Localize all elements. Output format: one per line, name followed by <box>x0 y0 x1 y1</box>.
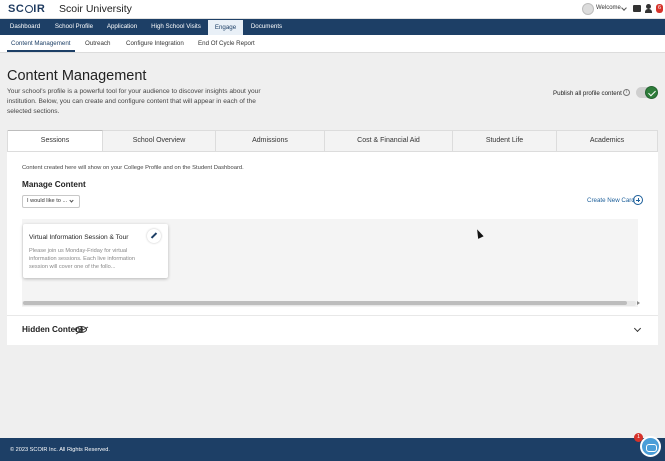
content-tabs: Sessions School Overview Admissions Cost… <box>7 130 658 152</box>
subnav-configure-integration[interactable]: Configure Integration <box>126 35 184 52</box>
manage-content-title: Manage Content <box>22 180 86 189</box>
pencil-icon[interactable] <box>147 229 161 243</box>
scroll-right-arrow-icon[interactable] <box>637 301 640 305</box>
divider <box>7 315 658 316</box>
nav-school-profile[interactable]: School Profile <box>50 19 98 35</box>
tab-school-overview[interactable]: School Overview <box>103 131 216 151</box>
tab-academics[interactable]: Academics <box>557 131 657 151</box>
welcome-menu[interactable]: Welcome <box>596 5 621 11</box>
hidden-content-title[interactable]: Hidden Content <box>22 325 83 334</box>
card-carousel: Virtual Information Session & Tour Pleas… <box>22 219 642 307</box>
horizontal-scrollbar[interactable] <box>22 301 636 306</box>
panel-note: Content created here will show on your C… <box>22 165 244 171</box>
chevron-down-icon[interactable] <box>633 324 642 333</box>
scrollbar-thumb[interactable] <box>23 301 627 305</box>
message-icon[interactable] <box>633 5 641 12</box>
page-title: Content Management <box>7 68 147 84</box>
chevron-down-icon <box>69 198 74 203</box>
subnav-outreach[interactable]: Outreach <box>85 35 110 52</box>
info-icon[interactable]: i <box>623 89 630 96</box>
org-name: Scoir University <box>59 3 132 15</box>
chat-badge: 1 <box>634 433 643 442</box>
plus-circle-icon[interactable] <box>633 195 643 205</box>
nav-dashboard[interactable]: Dashboard <box>0 19 50 35</box>
chat-widget-icon[interactable] <box>640 436 661 457</box>
action-select[interactable]: I would like to ... <box>22 195 80 208</box>
notification-badge[interactable]: 6 <box>656 4 663 13</box>
nav-high-school-visits[interactable]: High School Visits <box>146 19 206 35</box>
nav-documents[interactable]: Documents <box>245 19 288 35</box>
nav-engage[interactable]: Engage <box>208 20 243 35</box>
publish-label: Publish all profile content <box>553 90 622 97</box>
tab-cost-financial-aid[interactable]: Cost & Financial Aid <box>325 131 453 151</box>
chevron-down-icon[interactable] <box>621 5 627 11</box>
main-nav: Dashboard School Profile Application Hig… <box>0 19 665 35</box>
card-title: Virtual Information Session & Tour <box>29 234 129 241</box>
tab-sessions[interactable]: Sessions <box>8 130 103 151</box>
sub-nav: Content Management Outreach Configure In… <box>0 35 665 53</box>
avatar[interactable] <box>582 3 594 15</box>
card-body: Please join us Monday-Friday for virtual… <box>29 248 136 270</box>
footer: © 2023 SCOIR Inc. All Rights Reserved. <box>0 438 665 461</box>
create-new-card-link[interactable]: Create New Card <box>587 197 635 204</box>
user-icon[interactable] <box>645 4 652 13</box>
top-bar: SC IR Scoir University Welcome 6 <box>0 0 665 19</box>
nav-application[interactable]: Application <box>98 19 146 35</box>
subnav-content-management[interactable]: Content Management <box>7 35 75 52</box>
tab-student-life[interactable]: Student Life <box>453 131 557 151</box>
copyright-text: © 2023 SCOIR Inc. All Rights Reserved. <box>10 447 110 453</box>
page-intro: Your school's profile is a powerful tool… <box>7 88 261 115</box>
eye-slash-icon <box>75 326 87 333</box>
subnav-end-of-cycle-report[interactable]: End Of Cycle Report <box>198 35 255 52</box>
content-card[interactable]: Virtual Information Session & Tour Pleas… <box>23 224 168 278</box>
scoir-logo[interactable]: SC IR <box>8 3 45 15</box>
check-icon <box>645 86 658 99</box>
sessions-panel: Content created here will show on your C… <box>7 152 658 345</box>
tab-admissions[interactable]: Admissions <box>216 131 325 151</box>
publish-toggle[interactable] <box>636 86 658 99</box>
action-select-value: I would like to ... <box>27 198 68 204</box>
